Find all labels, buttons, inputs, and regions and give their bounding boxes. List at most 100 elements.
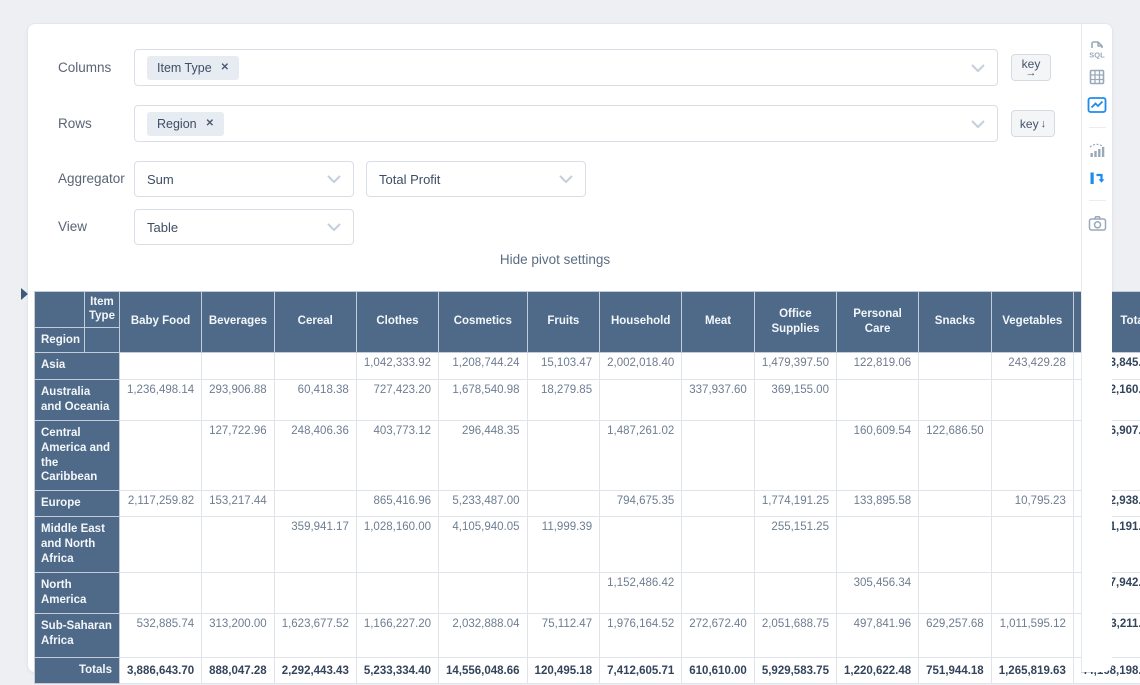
- down-arrow-icon: ↓: [1041, 118, 1047, 130]
- cell-value: 293,906.88: [202, 379, 275, 420]
- column-total: 3,886,643.70: [119, 658, 201, 684]
- hide-pivot-settings-link[interactable]: Hide pivot settings: [28, 252, 1082, 267]
- cell-value: 337,937.60: [682, 379, 755, 420]
- view-select[interactable]: Table: [134, 209, 354, 245]
- cell-value: 272,672.40: [682, 614, 755, 658]
- cell-value: 1,166,227.20: [356, 614, 438, 658]
- cell-value: [682, 517, 755, 573]
- cell-value: [754, 420, 836, 491]
- table-row: Sub-Saharan Africa532,885.74313,200.001,…: [35, 614, 1140, 658]
- results-table-icon[interactable]: [1085, 65, 1109, 89]
- table-row: Asia1,042,333.921,208,744.2415,103.472,0…: [35, 352, 1140, 379]
- cell-value: 1,774,191.25: [754, 491, 836, 517]
- chevron-down-icon[interactable]: [971, 120, 985, 128]
- cell-value: 2,117,259.82: [119, 491, 201, 517]
- cell-value: [119, 420, 201, 491]
- cell-value: 133,895.58: [836, 491, 918, 517]
- cell-value: 11,999.39: [527, 517, 600, 573]
- cell-value: 10,795.23: [991, 491, 1073, 517]
- cell-value: 1,152,486.42: [600, 573, 682, 614]
- cell-value: [991, 517, 1073, 573]
- row-header: Central America and the Caribbean: [35, 420, 120, 491]
- sql-query-icon[interactable]: SQL: [1085, 37, 1109, 61]
- collapse-panel-arrow-icon[interactable]: [21, 288, 28, 300]
- column-total: 888,047.28: [202, 658, 275, 684]
- view-label: View: [58, 219, 87, 234]
- cell-value: [682, 420, 755, 491]
- cell-value: [991, 573, 1073, 614]
- column-header: Household: [600, 292, 682, 353]
- cell-value: 359,941.17: [274, 517, 356, 573]
- rows-tag: Region ✕: [147, 112, 224, 136]
- cell-value: 248,406.36: [274, 420, 356, 491]
- cell-value: 1,042,333.92: [356, 352, 438, 379]
- rows-select[interactable]: Region ✕: [134, 105, 998, 142]
- row-axis-label[interactable]: Region: [35, 327, 85, 352]
- column-header: Office Supplies: [754, 292, 836, 353]
- cell-value: 532,885.74: [119, 614, 201, 658]
- columns-label: Columns: [58, 60, 111, 75]
- column-header: Vegetables: [991, 292, 1073, 353]
- cell-value: 296,448.35: [439, 420, 528, 491]
- row-header: Asia: [35, 352, 120, 379]
- cell-value: 727,423.20: [356, 379, 438, 420]
- rows-label: Rows: [58, 116, 92, 131]
- column-total: 7,412,605.71: [600, 658, 682, 684]
- columns-select[interactable]: Item Type ✕: [134, 49, 998, 86]
- cell-value: 1,976,164.52: [600, 614, 682, 658]
- col-axis-label[interactable]: Item Type: [84, 292, 119, 328]
- corner-cell: [84, 327, 119, 352]
- cell-value: [202, 517, 275, 573]
- bar-chart-icon[interactable]: [1085, 138, 1109, 162]
- column-header: Fruits: [527, 292, 600, 353]
- table-row: Europe2,117,259.82153,217.44865,416.965,…: [35, 491, 1140, 517]
- chart-image-icon[interactable]: [1085, 93, 1109, 117]
- cell-value: 1,011,595.12: [991, 614, 1073, 658]
- cell-value: [919, 352, 992, 379]
- row-header: Europe: [35, 491, 120, 517]
- column-total: 751,944.18: [919, 658, 992, 684]
- column-total: 120,495.18: [527, 658, 600, 684]
- cell-value: [754, 573, 836, 614]
- remove-tag-icon[interactable]: ✕: [221, 63, 229, 73]
- cell-value: 122,686.50: [919, 420, 992, 491]
- chevron-down-icon[interactable]: [327, 223, 341, 231]
- remove-tag-icon[interactable]: ✕: [206, 119, 214, 129]
- cell-value: 160,609.54: [836, 420, 918, 491]
- column-total: 1,220,622.48: [836, 658, 918, 684]
- chevron-down-icon[interactable]: [559, 175, 573, 183]
- rows-tag-label: Region: [157, 117, 197, 131]
- cell-value: 794,675.35: [600, 491, 682, 517]
- table-row: Australia and Oceania1,236,498.14293,906…: [35, 379, 1140, 420]
- cell-value: 305,456.34: [836, 573, 918, 614]
- row-header: Sub-Saharan Africa: [35, 614, 120, 658]
- cell-value: 5,233,487.00: [439, 491, 528, 517]
- cell-value: 1,623,677.52: [274, 614, 356, 658]
- cell-value: 4,105,940.05: [439, 517, 528, 573]
- column-total: 610,610.00: [682, 658, 755, 684]
- row-order-button[interactable]: key ↓: [1011, 110, 1055, 137]
- column-order-button[interactable]: key →: [1011, 54, 1051, 81]
- cell-value: [527, 491, 600, 517]
- aggregator-select[interactable]: Sum: [134, 161, 354, 197]
- cell-value: [682, 491, 755, 517]
- svg-text:SQL: SQL: [1089, 51, 1105, 60]
- cell-value: 369,155.00: [754, 379, 836, 420]
- pivot-table-container: Item TypeBaby FoodBeveragesCerealClothes…: [34, 291, 1140, 684]
- chevron-down-icon[interactable]: [327, 175, 341, 183]
- cell-value: 255,151.25: [754, 517, 836, 573]
- totals-row-header: Totals: [35, 658, 120, 684]
- cell-value: 127,722.96: [202, 420, 275, 491]
- cell-value: [119, 573, 201, 614]
- cell-value: [439, 573, 528, 614]
- aggregator-field-select[interactable]: Total Profit: [366, 161, 586, 197]
- columns-tag-label: Item Type: [157, 61, 212, 75]
- cell-value: [919, 379, 992, 420]
- cell-value: 15,103.47: [527, 352, 600, 379]
- cell-value: [682, 573, 755, 614]
- column-header: Cereal: [274, 292, 356, 353]
- aggregator-field-value: Total Profit: [379, 172, 440, 187]
- chevron-down-icon[interactable]: [971, 64, 985, 72]
- camera-snapshot-icon[interactable]: [1085, 211, 1109, 235]
- pivot-table-icon[interactable]: [1085, 166, 1109, 190]
